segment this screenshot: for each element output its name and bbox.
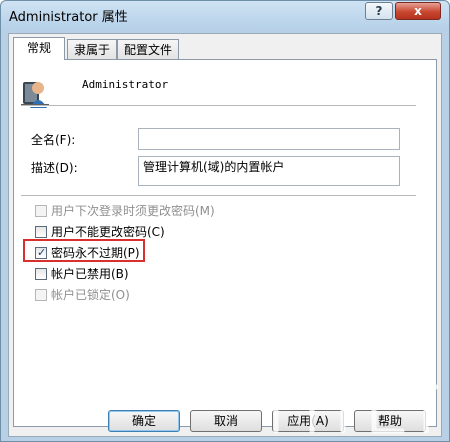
watermark-logo <box>273 380 439 434</box>
checkbox-box[interactable] <box>35 226 47 238</box>
separator-mid <box>21 195 416 197</box>
title-bar: Administrator 属性 ? x <box>1 1 449 29</box>
tab-member-of[interactable]: 隶属于 <box>67 39 117 59</box>
checkbox-box[interactable] <box>35 268 47 280</box>
description-field[interactable]: 管理计算机(域)的内置帐户 <box>138 156 400 186</box>
checkbox-box[interactable] <box>35 289 47 301</box>
checkbox-label: 帐户已禁用(B) <box>51 267 129 281</box>
highlight-box <box>23 239 145 262</box>
window-title: Administrator 属性 <box>9 10 128 25</box>
separator-top <box>21 105 416 107</box>
fullname-label: 全名(F): <box>31 133 76 147</box>
close-button[interactable]: x <box>395 2 441 20</box>
tab-profile[interactable]: 配置文件 <box>117 39 179 59</box>
tab-general[interactable]: 常规 <box>13 37 65 60</box>
description-label: 描述(D): <box>31 161 78 175</box>
checkbox-label: 帐户已锁定(O) <box>51 288 130 302</box>
checkbox-box[interactable] <box>35 205 47 217</box>
checkbox-label: 用户下次登录时须更改密码(M) <box>51 204 215 218</box>
fullname-field[interactable] <box>138 128 400 150</box>
cancel-button[interactable]: 取消 <box>190 410 262 432</box>
properties-window: Administrator 属性 ? x 常规 隶属于 配置文件 Adminis… <box>0 0 450 442</box>
username-label: Administrator <box>82 78 169 91</box>
ok-button[interactable]: 确定 <box>108 410 180 432</box>
help-title-button[interactable]: ? <box>365 2 393 20</box>
